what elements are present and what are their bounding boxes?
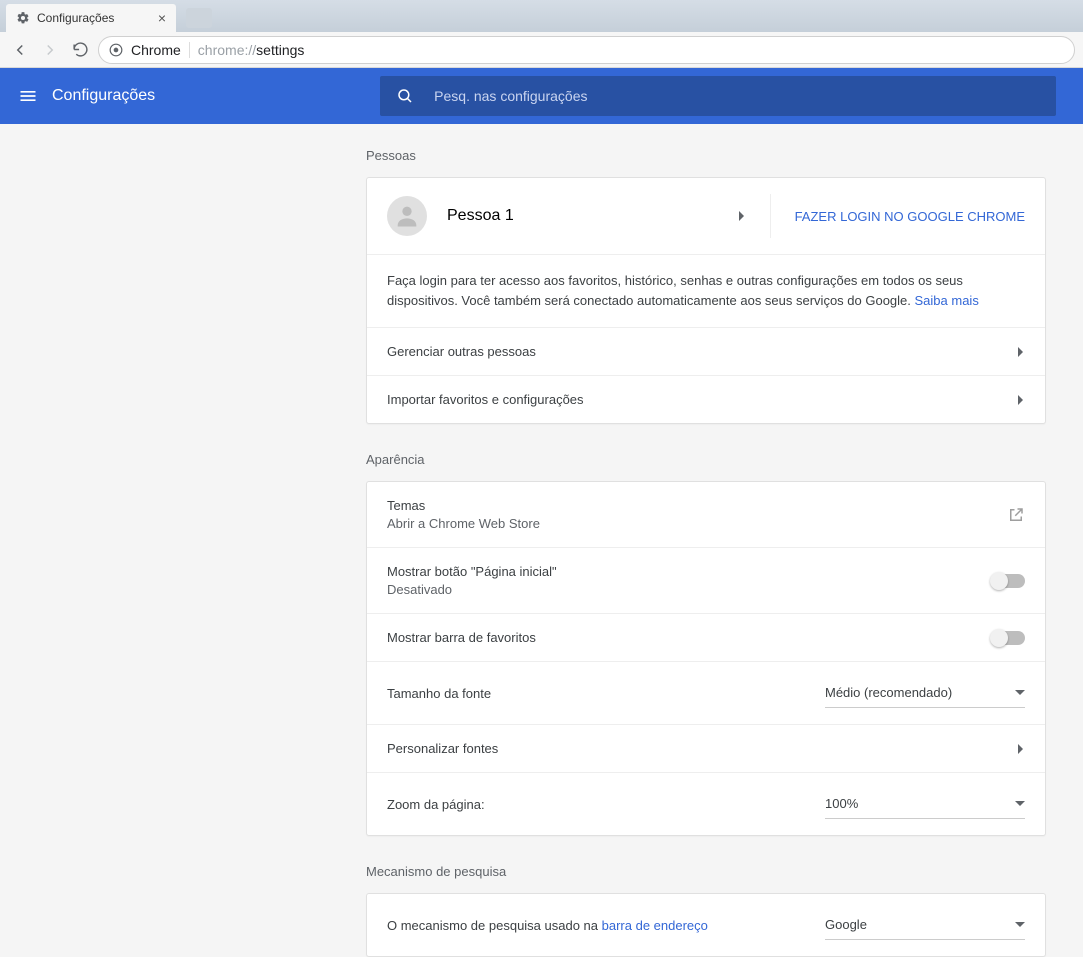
address-bar-link[interactable]: barra de endereço (602, 918, 708, 933)
customize-fonts-row[interactable]: Personalizar fontes (367, 724, 1045, 772)
browser-tab-active[interactable]: Configurações × (6, 4, 176, 32)
browser-tab-title: Configurações (37, 11, 114, 25)
address-origin: Chrome (131, 42, 190, 58)
manage-people-label: Gerenciar outras pessoas (387, 344, 536, 359)
appearance-card: Temas Abrir a Chrome Web Store Mostrar b… (366, 481, 1046, 836)
open-external-icon (1007, 506, 1025, 524)
themes-sublabel: Abrir a Chrome Web Store (387, 516, 540, 531)
font-size-label: Tamanho da fonte (387, 686, 491, 701)
section-title-search: Mecanismo de pesquisa (366, 864, 1046, 879)
back-button[interactable] (8, 38, 32, 62)
chevron-down-icon (1015, 922, 1025, 928)
show-home-toggle[interactable] (991, 574, 1025, 588)
learn-more-link[interactable]: Saiba mais (915, 293, 979, 308)
manage-people-row[interactable]: Gerenciar outras pessoas (367, 327, 1045, 375)
bookmarks-bar-toggle[interactable] (991, 631, 1025, 645)
chevron-right-icon (1017, 347, 1025, 357)
font-size-select[interactable]: Médio (recomendado) (825, 678, 1025, 708)
profile-row[interactable]: Pessoa 1 FAZER LOGIN NO GOOGLE CHROME (367, 178, 1045, 254)
settings-search[interactable] (380, 76, 1056, 116)
people-card: Pessoa 1 FAZER LOGIN NO GOOGLE CHROME Fa… (366, 177, 1046, 424)
chevron-right-icon (738, 211, 746, 221)
menu-button[interactable] (4, 72, 52, 120)
show-home-sublabel: Desativado (387, 582, 557, 597)
themes-label: Temas (387, 498, 540, 513)
address-path: settings (256, 42, 304, 58)
customize-fonts-label: Personalizar fontes (387, 741, 498, 756)
font-size-row[interactable]: Tamanho da fonte Médio (recomendado) (367, 661, 1045, 724)
page-zoom-label: Zoom da página: (387, 797, 485, 812)
chevron-down-icon (1015, 801, 1025, 807)
signin-description: Faça login para ter acesso aos favoritos… (367, 254, 1045, 327)
page-zoom-select[interactable]: 100% (825, 789, 1025, 819)
section-title-people: Pessoas (366, 148, 1046, 163)
settings-content: Pessoas Pessoa 1 FAZER LOGIN NO GOOGLE C… (366, 124, 1046, 957)
search-engine-value: Google (825, 917, 867, 932)
browser-toolbar: Chrome chrome:// settings (0, 32, 1083, 68)
chevron-right-icon (1017, 744, 1025, 754)
search-icon (396, 87, 414, 105)
search-engine-label: O mecanismo de pesquisa usado na barra d… (387, 918, 708, 933)
show-home-row[interactable]: Mostrar botão "Página inicial" Desativad… (367, 547, 1045, 613)
browser-tab-strip: Configurações × (0, 0, 1083, 32)
import-label: Importar favoritos e configurações (387, 392, 584, 407)
show-home-label: Mostrar botão "Página inicial" (387, 564, 557, 579)
settings-search-input[interactable] (434, 88, 1040, 104)
section-title-appearance: Aparência (366, 452, 1046, 467)
address-bar[interactable]: Chrome chrome:// settings (98, 36, 1075, 64)
avatar (387, 196, 427, 236)
chevron-right-icon (1017, 395, 1025, 405)
gear-icon (16, 11, 30, 25)
bookmarks-bar-label: Mostrar barra de favoritos (387, 630, 536, 645)
settings-header: Configurações (0, 68, 1083, 124)
page-zoom-row[interactable]: Zoom da página: 100% (367, 772, 1045, 835)
signin-desc-text: Faça login para ter acesso aos favoritos… (387, 273, 963, 308)
font-size-value: Médio (recomendado) (825, 685, 952, 700)
close-icon[interactable]: × (158, 10, 166, 26)
import-row[interactable]: Importar favoritos e configurações (367, 375, 1045, 423)
bookmarks-bar-row[interactable]: Mostrar barra de favoritos (367, 613, 1045, 661)
address-path-dim: chrome:// (198, 42, 256, 58)
search-engine-card: O mecanismo de pesquisa usado na barra d… (366, 893, 1046, 957)
page-title: Configurações (52, 87, 155, 105)
search-engine-row[interactable]: O mecanismo de pesquisa usado na barra d… (367, 894, 1045, 956)
forward-button[interactable] (38, 38, 62, 62)
chevron-down-icon (1015, 690, 1025, 696)
signin-button[interactable]: FAZER LOGIN NO GOOGLE CHROME (770, 194, 1025, 238)
new-tab-button[interactable] (186, 8, 212, 28)
page-zoom-value: 100% (825, 796, 858, 811)
chrome-page-icon (109, 43, 123, 57)
reload-button[interactable] (68, 38, 92, 62)
search-engine-select[interactable]: Google (825, 910, 1025, 940)
themes-row[interactable]: Temas Abrir a Chrome Web Store (367, 482, 1045, 547)
profile-name: Pessoa 1 (447, 207, 738, 225)
